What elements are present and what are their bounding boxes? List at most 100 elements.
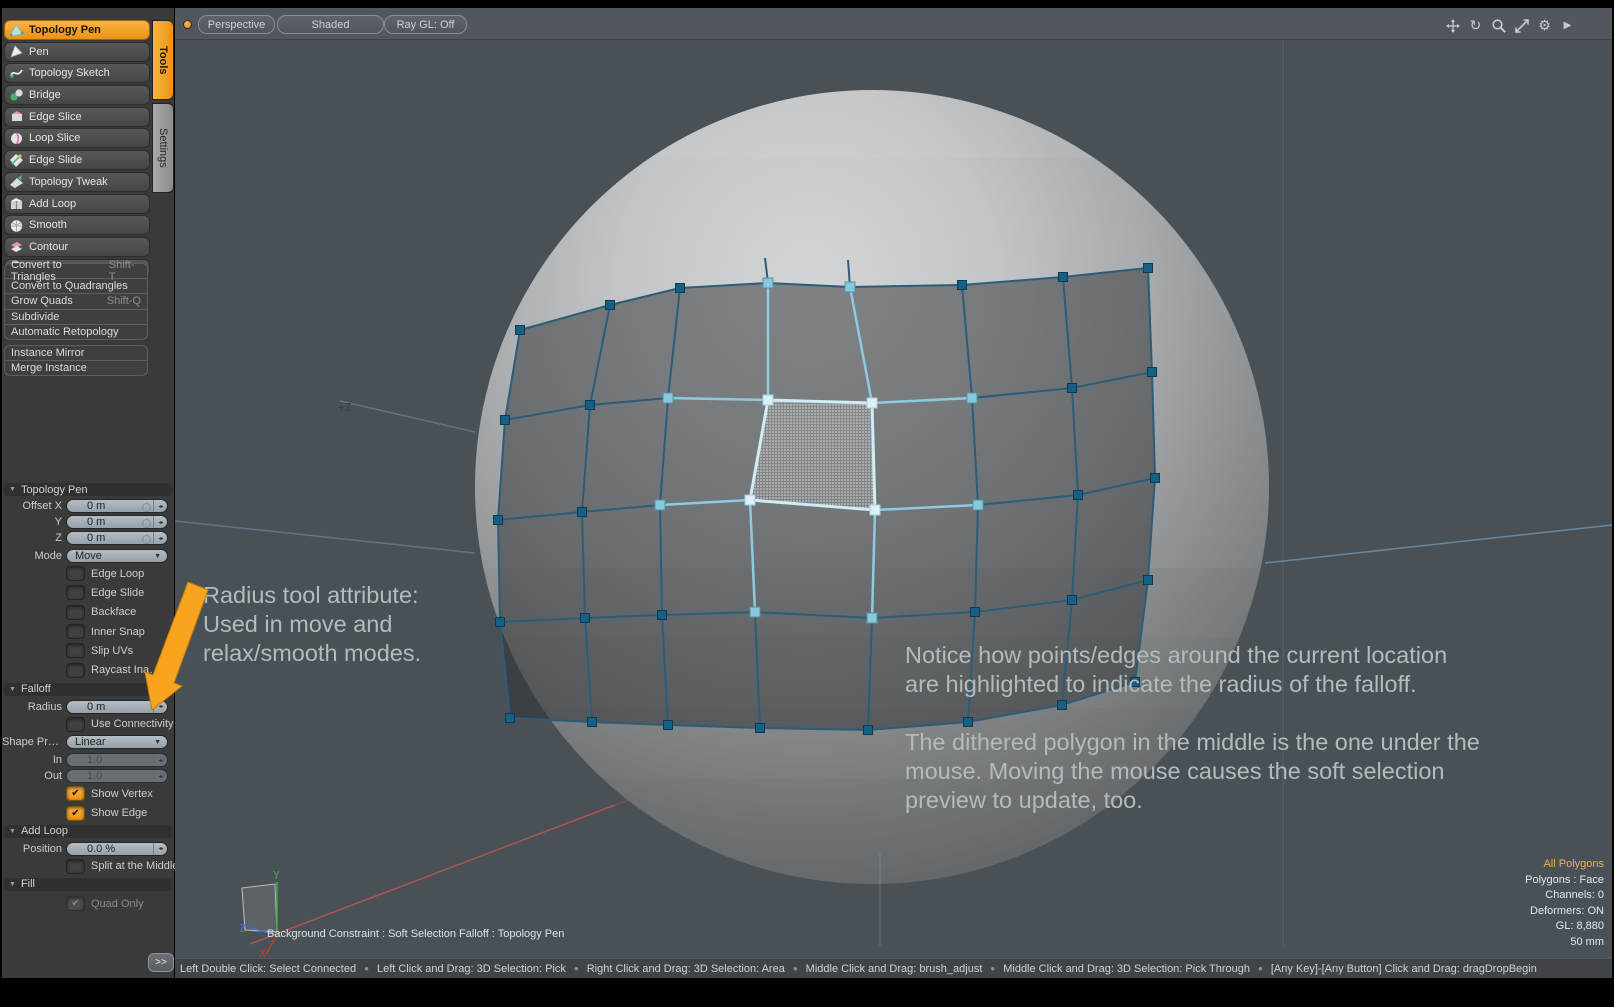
side-tabs: Tools Settings: [152, 20, 174, 196]
tool-topology-tweak[interactable]: Topology Tweak: [4, 172, 150, 192]
section-topology-pen[interactable]: ▼ Topology Pen: [4, 483, 172, 496]
slip-uvs-checkbox[interactable]: [66, 643, 85, 658]
gizmo-workplane-quad: [242, 884, 277, 932]
ray-gl-button[interactable]: Ray GL: Off: [384, 15, 467, 34]
status-segment: [Any Key]-[Any Button] Click and Drag: d…: [1271, 963, 1537, 975]
reset-ring-icon[interactable]: [142, 503, 151, 512]
shaded-button[interactable]: Shaded: [277, 15, 384, 34]
raycast-checkbox[interactable]: [66, 663, 85, 678]
backface-checkbox[interactable]: [66, 605, 85, 620]
axis-gizmo: Y Z X: [239, 869, 280, 958]
cmd-automatic-retopology[interactable]: Automatic Retopology: [4, 325, 148, 340]
shape-preset-dropdown[interactable]: Linear ▼: [66, 735, 168, 749]
tool-contour[interactable]: Contour: [4, 237, 150, 257]
pen-icon: [9, 44, 24, 59]
edge-loop-checkbox[interactable]: [66, 566, 85, 581]
chevron-down-icon: ▼: [154, 553, 161, 560]
collapse-icon: ▼: [9, 828, 16, 835]
more-button[interactable]: >>: [148, 953, 174, 972]
offset-x-field[interactable]: 0 m ◂▸: [66, 499, 168, 513]
in-field: 1.0 ◂▸: [66, 753, 168, 767]
deformers-label: Deformers: ON: [1525, 904, 1604, 920]
panel-expand-icon[interactable]: ▶: [1559, 17, 1576, 34]
offset-y-field[interactable]: 0 m ◂▸: [66, 515, 168, 529]
topology-tweak-icon: [9, 174, 24, 189]
section-fill[interactable]: ▼ Fill: [4, 878, 172, 891]
offset-y-value: 0 m: [87, 516, 105, 528]
tool-smooth[interactable]: Smooth: [4, 215, 150, 235]
spinner-icon[interactable]: ◂▸: [153, 516, 167, 528]
contour-icon: [9, 239, 24, 254]
cmd-merge-instance[interactable]: Merge Instance: [4, 361, 148, 376]
cmd-convert-to-triangles[interactable]: Convert to Triangles Shift-T: [4, 263, 148, 279]
tool-add-loop[interactable]: Add Loop: [4, 194, 150, 214]
split-middle-checkbox[interactable]: [66, 859, 85, 874]
in-label: In: [2, 754, 66, 766]
cmd-convert-to-quadrangles[interactable]: Convert to Quadrangles: [4, 279, 148, 294]
bullet-icon: ●: [574, 964, 579, 973]
out-value: 1.0: [87, 770, 102, 782]
position-field[interactable]: 0.0 % ◂▸: [66, 842, 168, 856]
spinner-icon[interactable]: ◂▸: [153, 500, 167, 512]
use-connectivity-checkbox[interactable]: [66, 717, 85, 732]
section-add-loop[interactable]: ▼ Add Loop: [4, 825, 172, 838]
show-vertex-checkbox[interactable]: ✔: [66, 786, 85, 801]
bullet-icon: ●: [364, 964, 369, 973]
spinner-icon[interactable]: ◂▸: [153, 843, 167, 855]
tool-edge-slide[interactable]: Edge Slide: [4, 150, 150, 170]
pan-icon[interactable]: [1444, 17, 1461, 34]
zoom-icon[interactable]: [1490, 17, 1507, 34]
tool-label: Smooth: [29, 219, 67, 231]
viewport-state-dot[interactable]: [183, 20, 192, 29]
viewport-nav-icons: ↻ ⚙ ▶: [1444, 17, 1576, 34]
tool-topology-sketch[interactable]: Topology Sketch: [4, 63, 150, 83]
inner-snap-checkbox[interactable]: [66, 624, 85, 639]
show-edge-checkbox[interactable]: ✔: [66, 806, 85, 821]
focal-length-label: 50 mm: [1525, 935, 1604, 951]
reset-ring-icon[interactable]: [142, 535, 151, 544]
section-label: Add Loop: [21, 825, 68, 837]
maximize-icon[interactable]: [1513, 17, 1530, 34]
cmd-subdivide[interactable]: Subdivide: [4, 310, 148, 325]
tool-pen[interactable]: Pen: [4, 42, 150, 62]
edge-slice-icon: [9, 109, 24, 124]
gl-count-label: GL: 8,880: [1525, 919, 1604, 935]
show-edge-row: ✔ Show Edge: [2, 803, 174, 822]
gear-icon[interactable]: ⚙: [1536, 17, 1553, 34]
tool-topology-pen[interactable]: Topology Pen: [4, 20, 150, 40]
viewport-3d[interactable]: +Z Y Z X Perspective Shaded Ray GL: Off …: [175, 8, 1612, 958]
topology-sketch-icon: [9, 66, 24, 81]
tool-label: Edge Slide: [29, 154, 82, 166]
viewport-top-bar: Perspective Shaded Ray GL: Off ↻ ⚙ ▶: [175, 8, 1612, 40]
edge-slide-checkbox[interactable]: [66, 585, 85, 600]
selection-scope-label: All Polygons: [1525, 857, 1604, 873]
tab-settings[interactable]: Settings: [152, 103, 174, 193]
cmd-grow-quads[interactable]: Grow Quads Shift-Q: [4, 294, 148, 309]
tool-edge-slice[interactable]: Edge Slice: [4, 107, 150, 127]
cmd-label: Automatic Retopology: [11, 326, 119, 338]
shape-preset-value: Linear: [75, 736, 106, 748]
tool-loop-slice[interactable]: Loop Slice: [4, 128, 150, 148]
out-field: 1.0 ◂▸: [66, 769, 168, 783]
workplane-edge-right: [1265, 525, 1612, 563]
collapse-icon: ▼: [9, 486, 16, 493]
cmd-label: Instance Mirror: [11, 347, 84, 359]
tab-tools[interactable]: Tools: [152, 20, 174, 100]
tool-bridge[interactable]: Bridge: [4, 85, 150, 105]
orbit-icon[interactable]: ↻: [1467, 17, 1484, 34]
shape-preset-row: Shape Pre… Linear ▼: [2, 734, 174, 750]
cmd-instance-mirror[interactable]: Instance Mirror: [4, 345, 148, 361]
workplane-edge-left: [175, 521, 475, 553]
offset-z-field[interactable]: 0 m ◂▸: [66, 531, 168, 545]
mode-dropdown[interactable]: Move ▼: [66, 549, 168, 563]
perspective-button[interactable]: Perspective: [198, 15, 275, 34]
workplane-z-line: [340, 401, 475, 432]
polygons-mode-label: Polygons : Face: [1525, 873, 1604, 889]
spinner-icon[interactable]: ◂▸: [153, 532, 167, 544]
viewport-info-overlay: All Polygons Polygons : Face Channels: 0…: [1525, 857, 1604, 950]
status-segment: Left Click and Drag: 3D Selection: Pick: [377, 963, 566, 975]
x-axis-label: X: [259, 947, 266, 958]
reset-ring-icon[interactable]: [142, 519, 151, 528]
bullet-icon: ●: [990, 964, 995, 973]
status-bar: Left Double Click: Select Connected ● Le…: [175, 958, 1612, 978]
